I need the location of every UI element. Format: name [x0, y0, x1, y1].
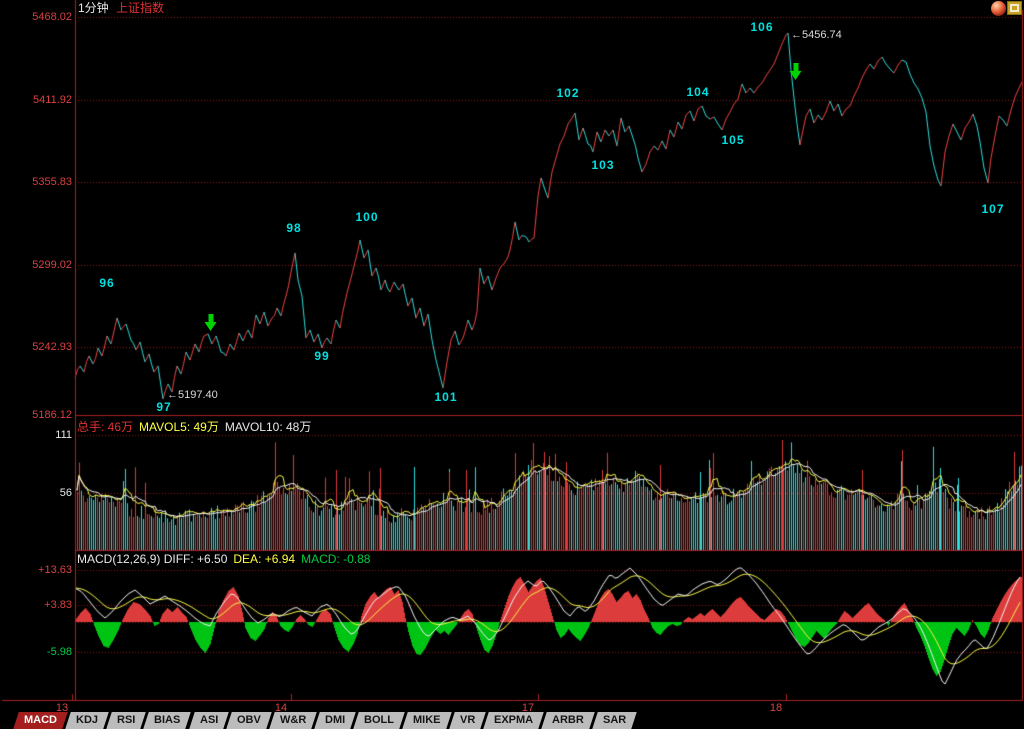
pivot-label-105: 105: [721, 133, 744, 147]
price-callout-1: ←5456.74: [791, 29, 842, 41]
app-logo-icon[interactable]: [991, 1, 1006, 16]
tab-kdj[interactable]: KDJ: [65, 712, 109, 729]
tab-dmi[interactable]: DMI: [314, 712, 356, 729]
down-arrow-icon: [790, 63, 803, 80]
price-axis-label-0: 5468.02: [2, 11, 72, 23]
tab-sar[interactable]: SAR: [592, 712, 637, 729]
price-axis-label-2: 5355.83: [2, 176, 72, 188]
price-axis-label-1: 5411.92: [2, 94, 72, 106]
pivot-label-99: 99: [314, 349, 329, 363]
price-axis-label-4: 5242.93: [2, 341, 72, 353]
down-arrow-icon: [205, 314, 218, 331]
macd-legend: MACD(12,26,9) DIFF: +6.50 DEA: +6.94 MACD:…: [77, 552, 376, 566]
tab-rsi[interactable]: RSI: [106, 712, 146, 729]
price-axis-label-5: 5186.12: [2, 409, 72, 421]
macd-legend-item-2: MACD: -0.88: [301, 552, 370, 566]
macd-legend-item-0: MACD(12,26,9) DIFF: +6.50: [77, 552, 227, 566]
tab-arbr[interactable]: ARBR: [541, 712, 594, 729]
pivot-label-101: 101: [434, 390, 457, 404]
tab-macd[interactable]: MACD: [13, 712, 68, 729]
tab-boll[interactable]: BOLL: [354, 712, 405, 729]
pivot-label-106: 106: [750, 20, 773, 34]
volume-axis-label-1: 56: [2, 487, 72, 499]
pivot-label-103: 103: [591, 158, 614, 172]
macd-legend-item-1: DEA: +6.94: [233, 552, 295, 566]
volume-legend: 总手: 46万 MAVOL5: 49万 MAVOL10: 48万: [77, 418, 317, 435]
volume-legend-item-2: MAVOL10: 48万: [225, 420, 312, 434]
volume-axis-label-0: 111: [2, 429, 72, 441]
tab-mike[interactable]: MIKE: [402, 712, 451, 729]
macd-axis-label-1: +3.83: [2, 599, 72, 611]
tab-obv[interactable]: OBV: [226, 712, 271, 729]
pivot-label-100: 100: [355, 210, 378, 224]
symbol-label: 上证指数: [116, 1, 164, 15]
pivot-label-96: 96: [99, 276, 114, 290]
pivot-label-98: 98: [286, 221, 301, 235]
indicator-tab-bar: MACDKDJRSIBIASASIOBVW&RDMIBOLLMIKEVREXPM…: [0, 712, 1024, 729]
restore-window-icon[interactable]: [1007, 1, 1022, 15]
tab-vr[interactable]: VR: [449, 712, 486, 729]
tab-expma[interactable]: EXPMA: [483, 712, 544, 729]
price-axis-label-3: 5299.02: [2, 259, 72, 271]
macd-axis-label-2: -5.98: [2, 646, 72, 658]
stock-app-window: 1分钟 上证指数 5468.02 5411.92 5355.83 5299.02 524…: [0, 0, 1024, 729]
volume-legend-item-0: 总手: 46万: [77, 420, 133, 434]
pivot-label-102: 102: [556, 86, 579, 100]
volume-legend-item-1: MAVOL5: 49万: [139, 420, 219, 434]
price-callout-0: ←5197.40: [167, 389, 218, 401]
macd-axis-label-0: +13.63: [2, 564, 72, 576]
pivot-label-97: 97: [156, 400, 171, 414]
pivot-label-104: 104: [686, 85, 709, 99]
tab-wr[interactable]: W&R: [269, 712, 317, 729]
tab-bias[interactable]: BIAS: [144, 712, 192, 729]
chart-canvas: [0, 0, 1024, 729]
period-label[interactable]: 1分钟: [78, 1, 109, 15]
tab-asi[interactable]: ASI: [189, 712, 229, 729]
pivot-label-107: 107: [981, 202, 1004, 216]
